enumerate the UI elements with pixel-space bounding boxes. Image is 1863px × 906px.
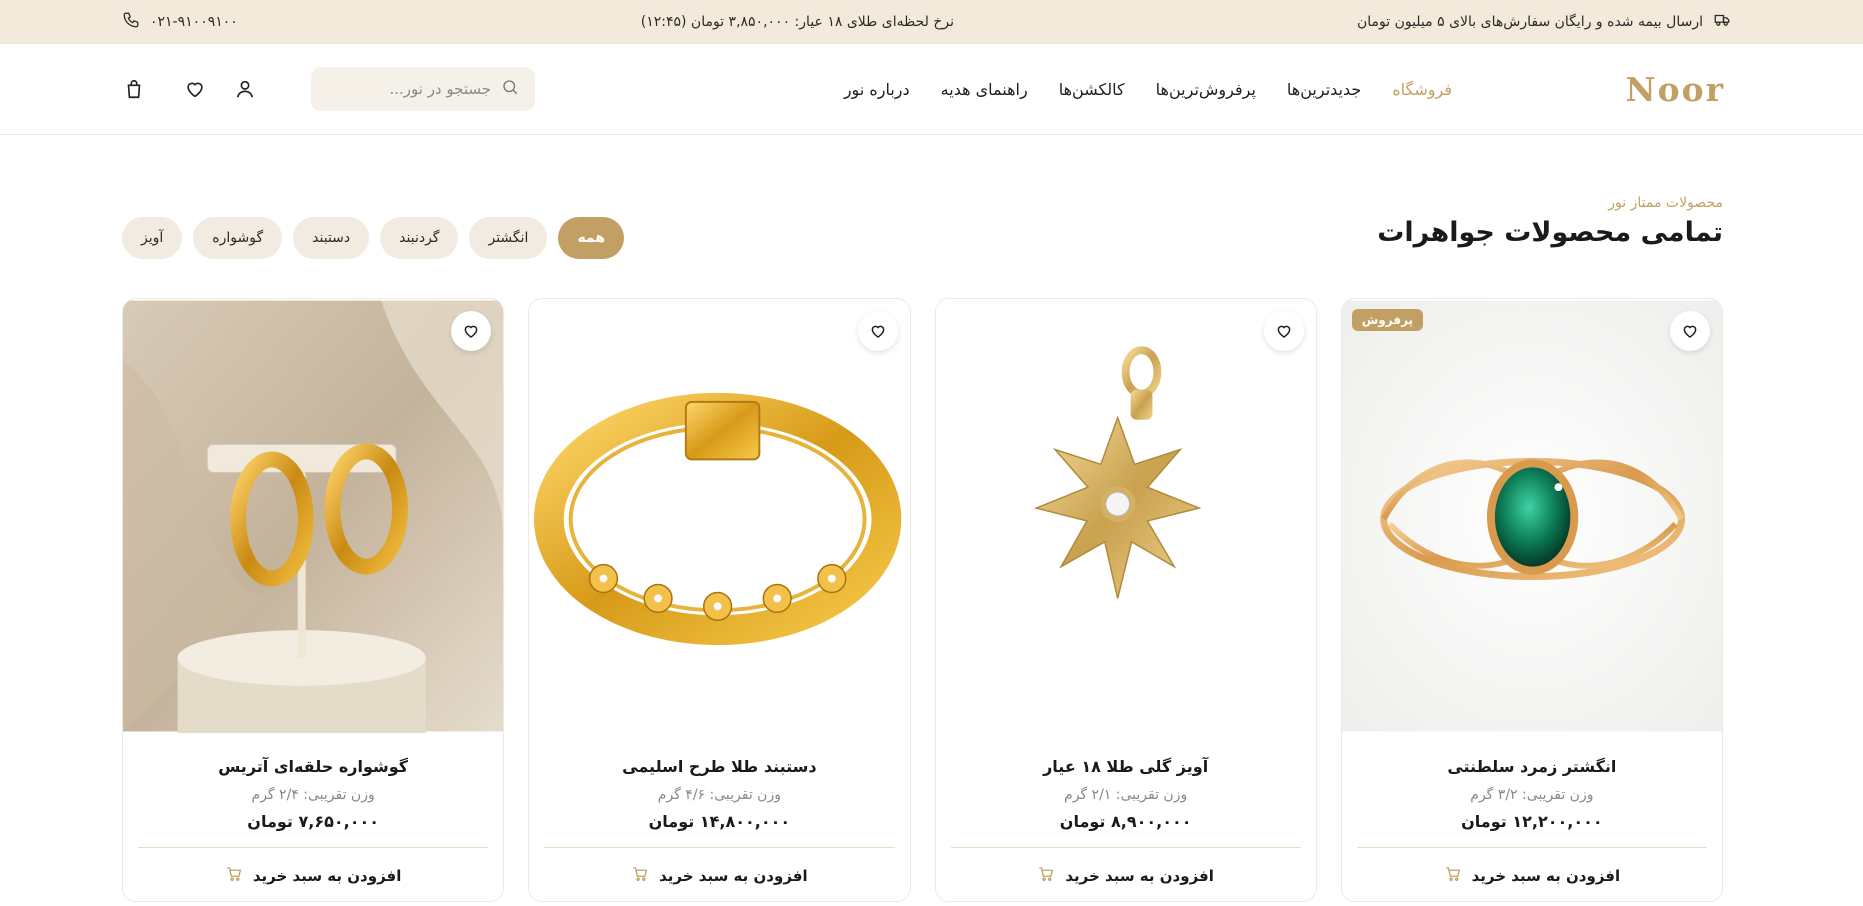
shipping-text: ارسال بیمه شده و رایگان سفارش‌های بالای … — [1356, 13, 1703, 30]
filter-all[interactable]: همه — [558, 217, 625, 259]
main-nav: فروشگاه جدیدترین‌ها پرفروش‌ترین‌ها کالکش… — [844, 80, 1452, 99]
cart-icon — [1444, 865, 1462, 887]
product-price: ۱۲,۲۰۰,۰۰۰ تومان — [1461, 812, 1603, 831]
heart-icon[interactable] — [183, 77, 207, 101]
pendant-illustration — [935, 300, 1316, 732]
product-name[interactable]: دستبند طلا طرح اسلیمی — [622, 757, 816, 776]
product-grid: پرفروش انگشتر زمرد سلطنتی وزن تقریبی: ۳/… — [122, 298, 1723, 902]
product-card[interactable]: آویز گلی طلا ۱۸ عیار وزن تقریبی: ۲/۱ گرم… — [934, 298, 1317, 902]
category-filters: همه انگشتر گردنبند دستبند گوشواره آویز — [122, 217, 625, 259]
product-weight: وزن تقریبی: ۲/۱ گرم — [1064, 787, 1188, 803]
header-actions — [122, 67, 535, 111]
product-info: گوشواره حلقه‌ای آتریس وزن تقریبی: ۲/۴ گر… — [123, 733, 503, 901]
wishlist-heart-icon[interactable] — [1263, 311, 1304, 351]
add-to-cart-button[interactable]: افزودن به سبد خرید — [1037, 865, 1214, 887]
nav-item-bestsellers[interactable]: پرفروش‌ترین‌ها — [1156, 80, 1256, 99]
product-image-pendant[interactable] — [935, 299, 1316, 733]
shopping-bag-icon[interactable] — [122, 77, 146, 101]
truck-icon — [1713, 11, 1731, 33]
add-to-cart-button[interactable]: افزودن به سبد خرید — [225, 865, 402, 887]
product-card[interactable]: دستبند طلا طرح اسلیمی وزن تقریبی: ۴/۶ گر… — [528, 298, 911, 902]
filter-earrings[interactable]: گوشواره — [193, 217, 283, 259]
section-header: محصولات ممتاز نور تمامی محصولات جواهرات … — [122, 190, 1723, 270]
product-info: انگشتر زمرد سلطنتی وزن تقریبی: ۳/۲ گرم ۱… — [1342, 733, 1722, 901]
nav-item-gift-guide[interactable]: راهنمای هدیه — [941, 80, 1028, 99]
product-image-earrings[interactable] — [123, 299, 504, 733]
nav-item-collections[interactable]: کالکشن‌ها — [1059, 80, 1125, 99]
product-image-bracelet[interactable] — [529, 299, 910, 733]
nav-item-about[interactable]: درباره نور — [844, 80, 910, 99]
search-icon — [501, 78, 519, 100]
product-weight: وزن تقریبی: ۲/۴ گرم — [251, 787, 375, 803]
filter-necklaces[interactable]: گردنبند — [380, 217, 459, 259]
site-header: Noor فروشگاه جدیدترین‌ها پرفروش‌ترین‌ها … — [0, 44, 1863, 135]
product-weight: وزن تقریبی: ۳/۲ گرم — [1470, 787, 1594, 803]
product-image-ring[interactable]: پرفروش — [1341, 299, 1722, 733]
product-price: ۱۴,۸۰۰,۰۰۰ تومان — [648, 812, 791, 831]
gold-rate-text: نرخ لحظه‌ای طلای ۱۸ عیار: ۳,۸۵۰,۰۰۰ توما… — [640, 13, 954, 30]
add-to-cart-label: افزودن به سبد خرید — [252, 867, 402, 885]
product-price: ۸,۹۰۰,۰۰۰ تومان — [1059, 812, 1192, 831]
add-to-cart-button[interactable]: افزودن به سبد خرید — [631, 865, 808, 887]
earrings-illustration — [123, 300, 504, 733]
wishlist-heart-icon[interactable] — [1670, 311, 1710, 351]
section-eyebrow: محصولات ممتاز نور — [1608, 195, 1723, 211]
phone-icon — [122, 11, 140, 33]
section-titles: محصولات ممتاز نور تمامی محصولات جواهرات — [1377, 190, 1723, 248]
nav-item-newest[interactable]: جدیدترین‌ها — [1287, 80, 1361, 99]
announcement-bar: ۰۲۱-۹۱۰۰۹۱۰۰ نرخ لحظه‌ای طلای ۱۸ عیار: ۳… — [0, 0, 1863, 44]
ring-illustration — [1341, 300, 1722, 732]
cart-icon — [631, 865, 649, 887]
product-weight: وزن تقریبی: ۴/۶ گرم — [657, 787, 781, 803]
search-box[interactable] — [311, 67, 535, 111]
product-name[interactable]: آویز گلی طلا ۱۸ عیار — [1043, 757, 1208, 776]
add-to-cart-label: افزودن به سبد خرید — [1065, 867, 1214, 885]
bracelet-illustration — [529, 300, 910, 732]
user-icon[interactable] — [233, 77, 257, 101]
wishlist-heart-icon[interactable] — [451, 311, 492, 351]
filter-pendants[interactable]: آویز — [122, 217, 183, 259]
divider — [1356, 847, 1707, 848]
product-price: ۷,۶۵۰,۰۰۰ تومان — [247, 812, 379, 831]
phone-number: ۰۲۱-۹۱۰۰۹۱۰۰ — [150, 13, 238, 30]
nav-item-shop[interactable]: فروشگاه — [1392, 80, 1452, 99]
gold-rate: نرخ لحظه‌ای طلای ۱۸ عیار: ۳,۸۵۰,۰۰۰ توما… — [641, 14, 954, 30]
product-info: دستبند طلا طرح اسلیمی وزن تقریبی: ۴/۶ گر… — [529, 733, 909, 901]
divider — [950, 847, 1301, 848]
product-card[interactable]: گوشواره حلقه‌ای آتریس وزن تقریبی: ۲/۴ گر… — [122, 298, 505, 902]
product-name[interactable]: گوشواره حلقه‌ای آتریس — [218, 757, 408, 776]
product-name[interactable]: انگشتر زمرد سلطنتی — [1447, 757, 1616, 776]
add-to-cart-button[interactable]: افزودن به سبد خرید — [1444, 865, 1621, 887]
filter-bracelets[interactable]: دستبند — [293, 217, 370, 259]
search-input[interactable] — [341, 80, 491, 98]
phone-contact[interactable]: ۰۲۱-۹۱۰۰۹۱۰۰ — [122, 11, 238, 33]
cart-icon — [225, 865, 243, 887]
bestseller-badge: پرفروش — [1351, 309, 1424, 331]
divider — [138, 847, 489, 848]
page-title: تمامی محصولات جواهرات — [1377, 217, 1723, 248]
cart-icon — [1037, 865, 1055, 887]
logo[interactable]: Noor — [1565, 70, 1725, 109]
product-card[interactable]: پرفروش انگشتر زمرد سلطنتی وزن تقریبی: ۳/… — [1340, 298, 1723, 902]
divider — [544, 847, 895, 848]
filter-rings[interactable]: انگشتر — [469, 217, 548, 259]
add-to-cart-label: افزودن به سبد خرید — [659, 867, 808, 885]
wishlist-heart-icon[interactable] — [857, 311, 898, 351]
add-to-cart-label: افزودن به سبد خرید — [1471, 867, 1621, 885]
shipping-notice: ارسال بیمه شده و رایگان سفارش‌های بالای … — [1357, 11, 1731, 33]
product-info: آویز گلی طلا ۱۸ عیار وزن تقریبی: ۲/۱ گرم… — [936, 733, 1316, 901]
